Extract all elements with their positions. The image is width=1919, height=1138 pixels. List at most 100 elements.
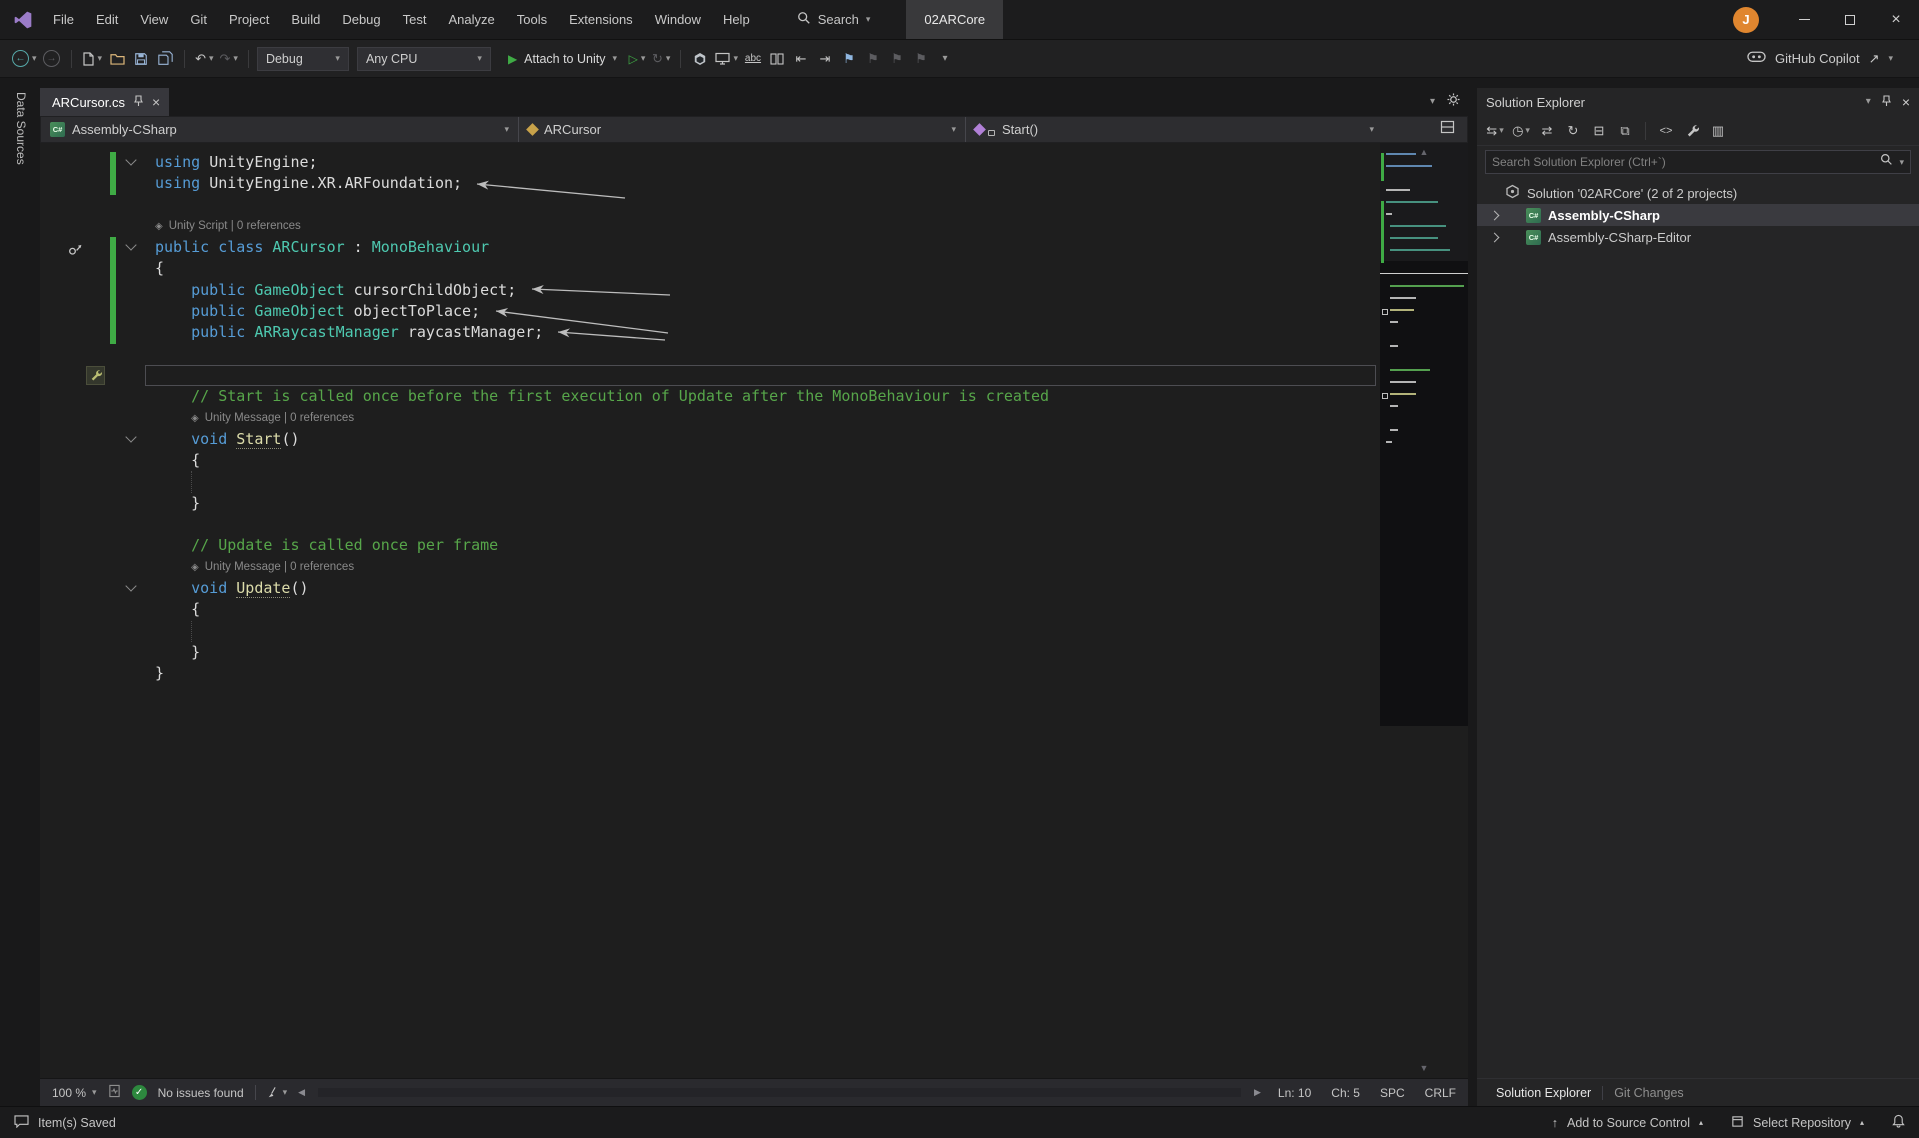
navigate-forward-button[interactable]: → [41,46,63,72]
two-pane-view-button[interactable] [766,46,788,72]
menu-view[interactable]: View [129,0,179,39]
save-all-button[interactable] [154,46,176,72]
increase-indent-button[interactable]: ⇥ [814,46,836,72]
codelens-label[interactable]: Unity Script | 0 references [169,216,301,237]
notifications-bell-icon[interactable] [1892,1114,1905,1131]
deploy-target-button[interactable]: ▾ [713,46,740,72]
zoom-control[interactable]: 100 % ▾ [52,1086,97,1100]
attach-to-unity-button[interactable]: ▶ Attach to Unity ▾ [501,52,624,66]
code-line[interactable] [40,344,1468,365]
tree-item-solution-02arcore-2-of-2-projects[interactable]: Solution '02ARCore' (2 of 2 projects) [1477,182,1919,204]
pin-icon[interactable] [133,95,144,110]
save-button[interactable] [130,46,152,72]
restore-button[interactable] [1827,0,1873,40]
unity-project-button[interactable] [689,46,711,72]
code-line[interactable] [40,195,1468,216]
code-line[interactable]: } [40,663,1468,684]
tab-git-changes[interactable]: Git Changes [1603,1079,1694,1106]
codelens-label[interactable]: Unity Message | 0 references [205,557,354,578]
refresh-button[interactable]: ↻ [1561,119,1585,143]
decrease-indent-button[interactable]: ⇤ [790,46,812,72]
clear-bookmarks-button[interactable]: ⚑ [910,46,932,72]
document-health-icon[interactable] [108,1084,121,1101]
pin-icon[interactable] [1881,95,1892,110]
menu-extensions[interactable]: Extensions [558,0,644,39]
menu-test[interactable]: Test [392,0,438,39]
chevron-down-icon[interactable]: ▾ [1888,54,1893,63]
tree-item-assembly-csharp[interactable]: C#Assembly-CSharp [1477,204,1919,226]
properties-wrench-button[interactable] [1680,119,1704,143]
code-line[interactable]: public class ARCursor : MonoBehaviour [40,237,1468,258]
nav-project-dropdown[interactable]: C# Assembly-CSharp ▾ [41,117,519,142]
menu-debug[interactable]: Debug [331,0,391,39]
scroll-down-icon[interactable]: ▼ [1380,1063,1468,1073]
expander-icon[interactable] [1490,232,1500,242]
split-window-icon[interactable] [1440,120,1455,139]
code-line[interactable] [40,514,1468,535]
search-icon[interactable] [1880,153,1893,171]
fold-chevron-icon[interactable] [125,580,136,591]
tab-arcursor-cs[interactable]: ARCursor.cs × [40,88,169,116]
menu-help[interactable]: Help [712,0,761,39]
fold-chevron-icon[interactable] [125,240,136,251]
close-tab-icon[interactable]: × [152,95,160,109]
chevron-down-icon[interactable]: ▾ [1899,158,1904,167]
line-indicator[interactable]: Ln: 10 [1278,1086,1311,1100]
minimize-button[interactable] [1781,0,1827,40]
tree-item-assembly-csharp-editor[interactable]: C#Assembly-CSharp-Editor [1477,226,1919,248]
code-line[interactable]: void Start() [40,429,1468,450]
next-bookmark-button[interactable]: ⚑ [886,46,908,72]
previous-bookmark-button[interactable]: ⚑ [862,46,884,72]
spaces-indicator[interactable]: SPC [1380,1086,1405,1100]
code-line[interactable] [40,365,1468,386]
code-editor[interactable]: using UnityEngine;using UnityEngine.XR.A… [40,143,1468,1078]
copilot-label[interactable]: GitHub Copilot [1775,51,1860,66]
quick-actions-icon[interactable] [86,366,105,385]
search-solution-explorer-input[interactable] [1492,155,1874,169]
nav-class-dropdown[interactable]: ARCursor ▾ [519,117,966,142]
start-without-debugging-button[interactable]: ▷▾ [626,46,648,72]
code-cleanup-button[interactable]: ▾ [267,1086,288,1099]
code-line[interactable]: { [40,599,1468,620]
code-line[interactable]: public GameObject cursorChildObject; [40,280,1468,301]
code-line[interactable] [40,621,1468,642]
code-line[interactable]: } [40,642,1468,663]
nav-member-dropdown[interactable]: Start() ▾ [966,117,1383,142]
code-line[interactable]: public GameObject objectToPlace; [40,301,1468,322]
tab-list-chevron-icon[interactable]: ▾ [1430,97,1435,107]
close-button[interactable]: × [1873,0,1919,40]
menu-tools[interactable]: Tools [506,0,558,39]
toolbar-overflow-button[interactable]: ▾ [934,46,956,72]
code-line[interactable]: using UnityEngine; [40,152,1468,173]
data-sources-tab[interactable]: Data Sources [12,92,28,165]
scroll-right-icon[interactable]: ▶ [1254,1087,1261,1098]
fold-chevron-icon[interactable] [125,154,136,165]
new-project-button[interactable]: ▾ [80,46,105,72]
menu-analyze[interactable]: Analyze [437,0,505,39]
hot-reload-button[interactable]: ↻▾ [650,46,672,72]
show-all-files-button[interactable]: ⧉ [1613,119,1637,143]
minimap-scrollbar[interactable]: ▲ ▼ [1380,143,1468,1078]
user-avatar[interactable]: J [1733,7,1759,33]
code-line[interactable]: // Start is called once before the first… [40,386,1468,407]
window-position-chevron-icon[interactable]: ▾ [1866,97,1871,107]
menu-project[interactable]: Project [218,0,280,39]
code-line[interactable]: using UnityEngine.XR.ARFoundation; [40,173,1468,194]
solution-platform-dropdown[interactable]: Any CPU ▾ [357,47,491,71]
solution-configuration-dropdown[interactable]: Debug ▾ [257,47,349,71]
code-line[interactable]: { [40,258,1468,279]
issues-status-label[interactable]: No issues found [158,1086,244,1100]
select-repository-button[interactable]: Select Repository [1753,1116,1851,1130]
column-indicator[interactable]: Ch: 5 [1331,1086,1360,1100]
sync-with-active-document-button[interactable]: ⇄ [1535,119,1559,143]
menu-edit[interactable]: Edit [85,0,129,39]
scroll-left-icon[interactable]: ◀ [298,1087,305,1098]
open-file-button[interactable] [106,46,128,72]
switch-views-button[interactable]: ⇆▾ [1483,119,1507,143]
horizontal-scrollbar[interactable] [318,1088,1241,1097]
toggle-bookmark-button[interactable]: ⚑ [838,46,860,72]
view-code-button[interactable]: <> [1654,119,1678,143]
code-line[interactable]: // Update is called once per frame [40,535,1468,556]
code-line[interactable]: public ARRaycastManager raycastManager; [40,322,1468,343]
tab-settings-gear-icon[interactable] [1447,93,1460,111]
